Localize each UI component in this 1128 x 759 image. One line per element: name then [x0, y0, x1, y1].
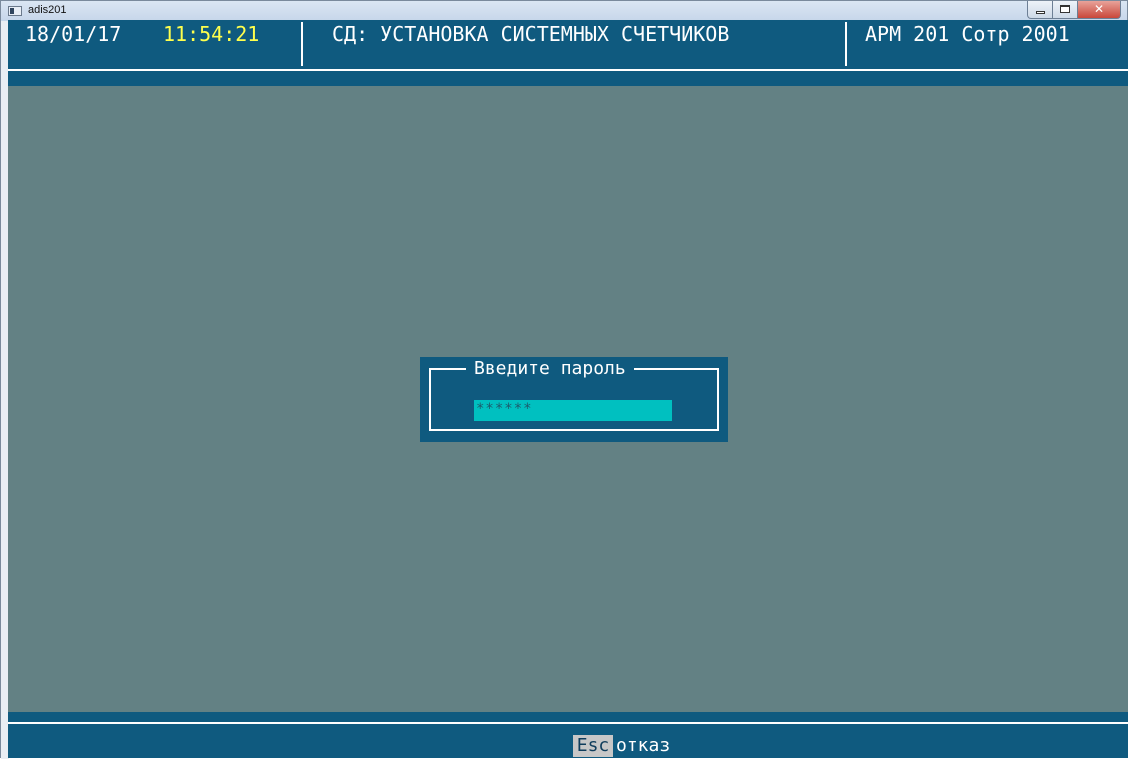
console-app-icon[interactable] — [8, 6, 22, 16]
close-button[interactable]: ✕ — [1078, 1, 1121, 19]
close-icon: ✕ — [1093, 2, 1105, 16]
minimize-button[interactable] — [1027, 1, 1053, 19]
title-bar[interactable]: adis201 ✕ — [1, 1, 1127, 21]
dialog-title: Введите пароль — [466, 357, 634, 381]
header-separator — [845, 22, 847, 66]
header-divider — [8, 69, 1128, 71]
header-title: СД: УСТАНОВКА СИСТЕМНЫХ СЧЕТЧИКОВ — [332, 22, 730, 46]
minimize-icon — [1036, 11, 1045, 14]
esc-action-label: отказ — [616, 735, 671, 756]
maximize-icon — [1060, 5, 1070, 13]
esc-key-hint[interactable]: Esc — [573, 735, 613, 757]
password-input[interactable]: ****** — [474, 400, 672, 421]
footer-divider — [8, 722, 1128, 724]
password-dialog: Введите пароль ****** — [420, 357, 728, 442]
header-user-info: АРМ 201 Сотр 2001 — [865, 22, 1070, 46]
window-controls: ✕ — [1027, 1, 1121, 20]
footer-bar — [8, 712, 1128, 758]
maximize-button[interactable] — [1053, 1, 1078, 19]
header-separator — [301, 22, 303, 66]
header-time: 11:54:21 — [163, 22, 260, 46]
header-date: 18/01/17 — [25, 22, 122, 46]
window-title: adis201 — [28, 4, 67, 16]
